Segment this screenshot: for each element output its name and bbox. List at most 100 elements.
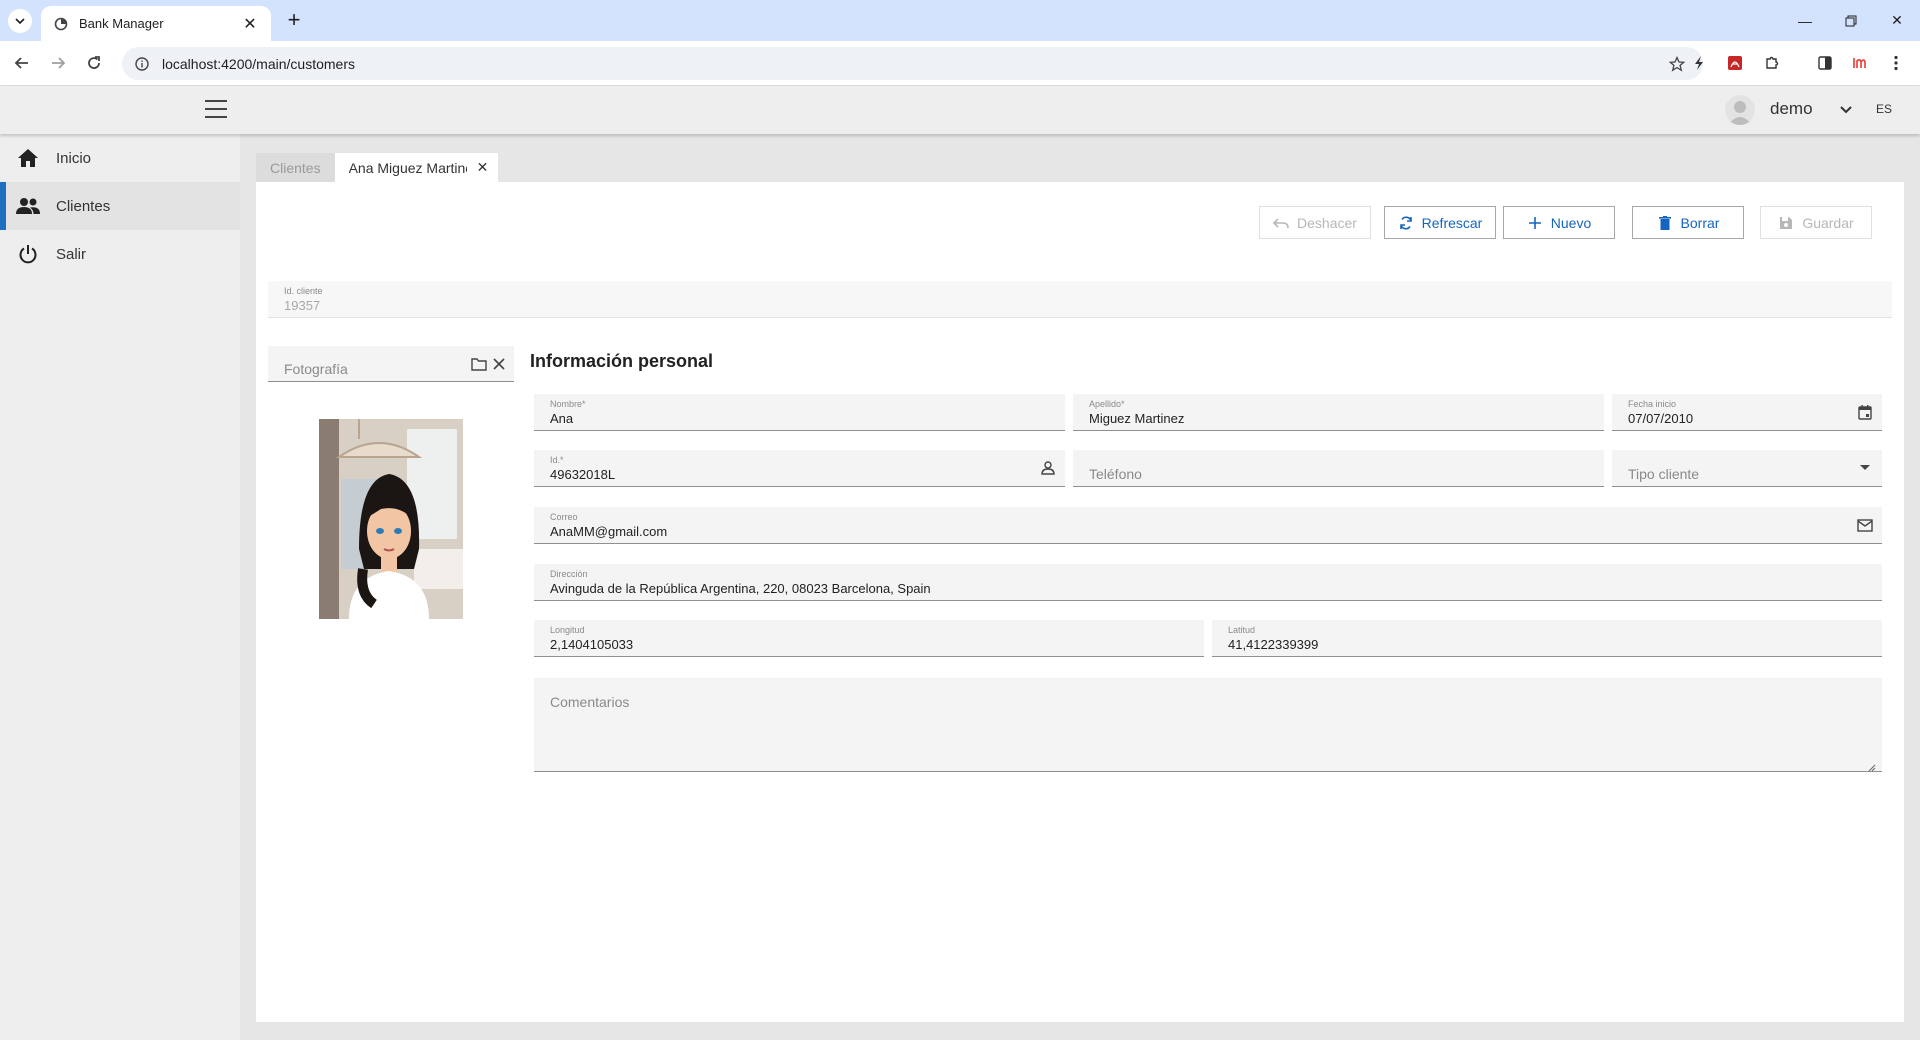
email-field[interactable]: Correo AnaMM@gmail.com bbox=[534, 507, 1882, 544]
folder-icon[interactable] bbox=[470, 355, 488, 373]
surname-field[interactable]: Apellido* Miguez Martinez bbox=[1073, 394, 1604, 431]
undo-icon bbox=[1273, 215, 1289, 231]
document-id-field[interactable]: Id.* 49632018L bbox=[534, 450, 1065, 487]
browser-tab[interactable]: Bank Manager ✕ bbox=[41, 6, 271, 41]
close-icon[interactable]: ✕ bbox=[477, 159, 489, 176]
name-field[interactable]: Nombre* Ana bbox=[534, 394, 1065, 431]
address-field[interactable]: Dirección Avinguda de la República Argen… bbox=[534, 564, 1882, 601]
undo-button[interactable]: Deshacer bbox=[1259, 206, 1371, 239]
app-header: demo ES bbox=[0, 86, 1920, 134]
start-date-field[interactable]: Fecha inicio 07/07/2010 bbox=[1612, 394, 1882, 431]
window-controls: — ✕ bbox=[1782, 0, 1920, 41]
tab-bar: Clientes Ana Miguez Martinez ✕ bbox=[256, 153, 499, 182]
field-placeholder: Comentarios bbox=[550, 694, 630, 710]
close-tab-icon[interactable]: ✕ bbox=[241, 14, 259, 34]
sidebar-item-inicio[interactable]: Inicio bbox=[0, 134, 240, 182]
mail-icon bbox=[1856, 516, 1874, 534]
field-placeholder: Teléfono bbox=[1089, 466, 1142, 482]
field-label: Nombre* bbox=[550, 399, 586, 409]
chevron-down-icon[interactable] bbox=[1836, 100, 1856, 120]
person-icon bbox=[1039, 459, 1057, 477]
dropdown-arrow-icon[interactable] bbox=[1856, 459, 1874, 477]
new-tab-button[interactable]: + bbox=[282, 9, 306, 33]
sidebar-item-clientes[interactable]: Clientes bbox=[0, 182, 240, 230]
clear-photo-icon[interactable] bbox=[490, 355, 508, 373]
browser-tabstrip: Bank Manager ✕ + — ✕ bbox=[0, 0, 1920, 41]
close-window-icon[interactable]: ✕ bbox=[1874, 0, 1920, 41]
site-info-icon[interactable] bbox=[134, 56, 150, 72]
pdf-extension-icon[interactable] bbox=[1723, 51, 1747, 75]
field-label: Dirección bbox=[550, 569, 588, 579]
sidebar-item-label: Salir bbox=[56, 245, 87, 263]
field-value: 49632018L bbox=[550, 467, 616, 482]
photo-field[interactable]: Fotografía bbox=[268, 346, 514, 382]
browser-menu-icon[interactable] bbox=[1884, 51, 1908, 75]
phone-field[interactable]: Teléfono bbox=[1073, 450, 1604, 487]
restore-icon[interactable] bbox=[1828, 0, 1874, 41]
field-value: 19357 bbox=[284, 298, 321, 313]
chevron-down-icon bbox=[15, 18, 25, 25]
bookmark-star-icon[interactable] bbox=[1665, 55, 1689, 72]
refresh-icon bbox=[1398, 215, 1414, 231]
new-label: Nuevo bbox=[1550, 214, 1592, 231]
side-panel-icon[interactable] bbox=[1813, 51, 1837, 75]
im-extension-icon[interactable] bbox=[1849, 51, 1873, 75]
delete-label: Borrar bbox=[1680, 214, 1720, 231]
minimize-icon[interactable]: — bbox=[1782, 0, 1828, 41]
refresh-button[interactable]: Refrescar bbox=[1384, 206, 1496, 239]
field-value: Ana bbox=[550, 411, 574, 426]
sidebar-item-label: Clientes bbox=[56, 197, 111, 215]
field-label: Longitud bbox=[550, 625, 585, 635]
customer-type-select[interactable]: Tipo cliente bbox=[1612, 450, 1882, 487]
sidebar-item-label: Inicio bbox=[56, 149, 92, 167]
tab-clientes[interactable]: Clientes bbox=[256, 153, 335, 182]
tab-customer-detail[interactable]: Ana Miguez Martinez ✕ bbox=[334, 153, 499, 182]
browser-toolbar: localhost:4200/main/customers bbox=[0, 41, 1920, 86]
delete-button[interactable]: Borrar bbox=[1632, 206, 1744, 239]
address-bar[interactable]: localhost:4200/main/customers bbox=[122, 47, 1703, 80]
language-selector[interactable]: ES bbox=[1876, 102, 1892, 116]
main-content: Clientes Ana Miguez Martinez ✕ Deshacer … bbox=[240, 134, 1920, 1040]
trash-icon bbox=[1657, 215, 1673, 231]
url-text: localhost:4200/main/customers bbox=[162, 55, 355, 72]
menu-toggle-icon[interactable] bbox=[205, 100, 227, 118]
field-label: Id.* bbox=[550, 455, 564, 465]
field-value: 07/07/2010 bbox=[1628, 411, 1694, 426]
field-label: Correo bbox=[550, 512, 578, 522]
power-icon bbox=[16, 242, 40, 266]
latitude-field[interactable]: Latitud 41,4122339399 bbox=[1212, 620, 1882, 657]
field-value: Miguez Martinez bbox=[1089, 411, 1185, 426]
sidebar-item-salir[interactable]: Salir bbox=[0, 230, 240, 278]
forward-icon[interactable] bbox=[46, 51, 70, 75]
field-label: Id. cliente bbox=[284, 286, 323, 296]
field-label: Fecha inicio bbox=[1628, 399, 1677, 409]
customer-photo bbox=[319, 419, 463, 619]
user-avatar[interactable] bbox=[1725, 95, 1755, 125]
save-icon bbox=[1778, 215, 1794, 231]
undo-label: Deshacer bbox=[1297, 214, 1357, 231]
back-icon[interactable] bbox=[10, 51, 34, 75]
section-title: Información personal bbox=[530, 351, 714, 371]
user-name[interactable]: demo bbox=[1770, 99, 1813, 119]
refresh-label: Refrescar bbox=[1421, 214, 1483, 231]
resize-handle-icon[interactable] bbox=[1868, 759, 1876, 772]
lightning-extension-icon[interactable] bbox=[1687, 51, 1711, 75]
longitude-field[interactable]: Longitud 2,1404105033 bbox=[534, 620, 1204, 657]
angular-favicon-icon bbox=[53, 16, 69, 32]
field-value: Avinguda de la República Argentina, 220,… bbox=[550, 581, 931, 596]
field-value: AnaMM@gmail.com bbox=[550, 524, 668, 539]
tab-search-button[interactable] bbox=[8, 9, 32, 33]
save-button[interactable]: Guardar bbox=[1760, 206, 1872, 239]
customer-detail-panel: Deshacer Refrescar Nuevo Borrar Guardar bbox=[256, 182, 1904, 1022]
tab-label: Ana Miguez Martinez bbox=[348, 159, 467, 176]
calendar-icon[interactable] bbox=[1856, 403, 1874, 421]
extensions-puzzle-icon[interactable] bbox=[1760, 51, 1784, 75]
reload-icon[interactable] bbox=[82, 51, 106, 75]
field-label: Latitud bbox=[1228, 625, 1256, 635]
field-value: 2,1404105033 bbox=[550, 637, 634, 652]
field-label: Apellido* bbox=[1089, 399, 1125, 409]
new-button[interactable]: Nuevo bbox=[1503, 206, 1615, 239]
plus-icon bbox=[1527, 215, 1543, 231]
comments-textarea[interactable]: Comentarios bbox=[534, 678, 1882, 772]
home-icon bbox=[16, 146, 40, 170]
